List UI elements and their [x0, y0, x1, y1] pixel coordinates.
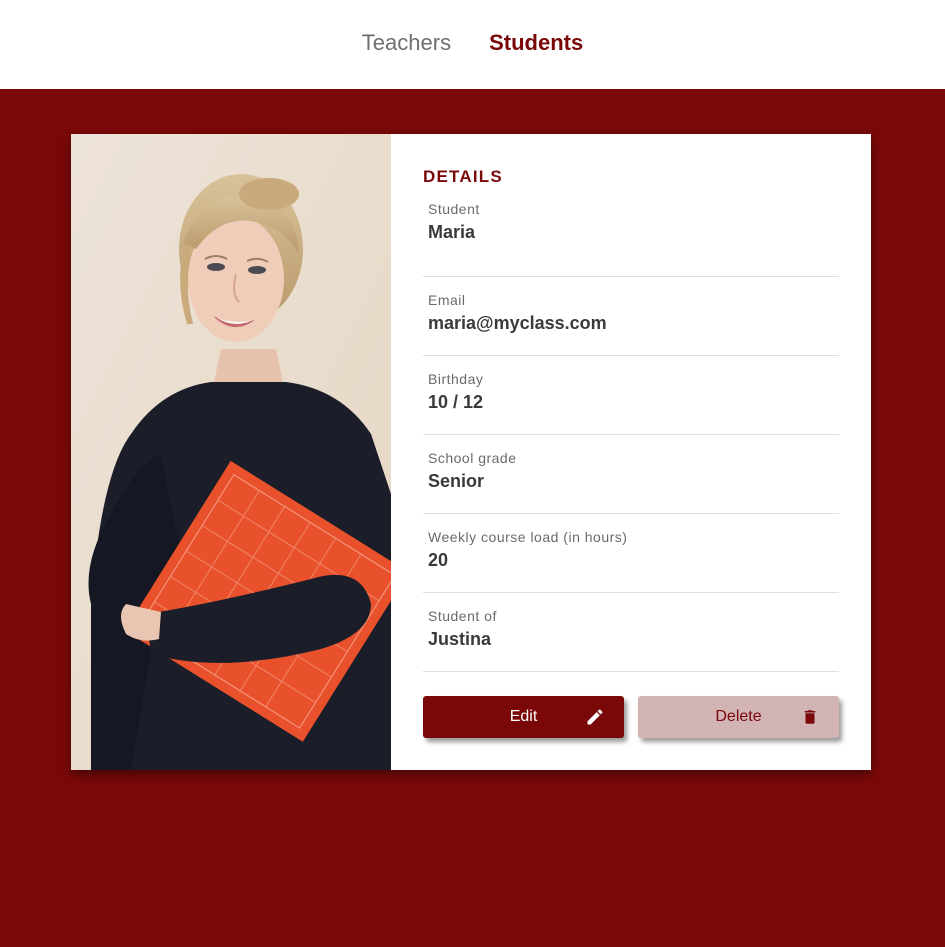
field-value: Senior — [428, 471, 485, 491]
field-birthday: Birthday 10 / 12 — [423, 356, 839, 435]
field-value: Justina — [428, 629, 492, 649]
field-label: Email — [428, 292, 466, 308]
nav-link-teachers[interactable]: Teachers — [362, 30, 451, 59]
field-label: Birthday — [428, 371, 484, 387]
pencil-icon — [584, 706, 606, 728]
field-label: Student of — [428, 608, 497, 624]
field-student: Student Maria — [423, 199, 839, 277]
details-panel: DETAILS Student Maria Email maria@myclas… — [391, 134, 871, 770]
field-label: Student — [428, 201, 480, 217]
action-bar: Edit Delete — [423, 696, 839, 738]
field-value: 10 / 12 — [428, 392, 484, 412]
trash-icon — [799, 706, 821, 728]
field-student-of: Student of Justina — [423, 593, 839, 672]
delete-button[interactable]: Delete — [638, 696, 839, 738]
field-course-load: Weekly course load (in hours) 20 — [423, 514, 839, 593]
student-photo — [71, 134, 391, 770]
nav-link-students[interactable]: Students — [489, 30, 583, 59]
field-email: Email maria@myclass.com — [423, 277, 839, 356]
field-value: Maria — [428, 222, 476, 242]
field-value: maria@myclass.com — [428, 313, 607, 333]
edit-button[interactable]: Edit — [423, 696, 624, 738]
field-school-grade: School grade Senior — [423, 435, 839, 514]
delete-button-label: Delete — [715, 708, 762, 725]
field-label: School grade — [428, 450, 517, 466]
details-heading: DETAILS — [423, 167, 503, 186]
field-value: 20 — [428, 550, 449, 570]
top-navigation: Teachers Students — [0, 0, 945, 89]
student-detail-card: DETAILS Student Maria Email maria@myclas… — [71, 134, 871, 770]
main-stage: DETAILS Student Maria Email maria@myclas… — [0, 89, 945, 947]
edit-button-label: Edit — [509, 708, 538, 725]
field-label: Weekly course load (in hours) — [428, 529, 628, 545]
